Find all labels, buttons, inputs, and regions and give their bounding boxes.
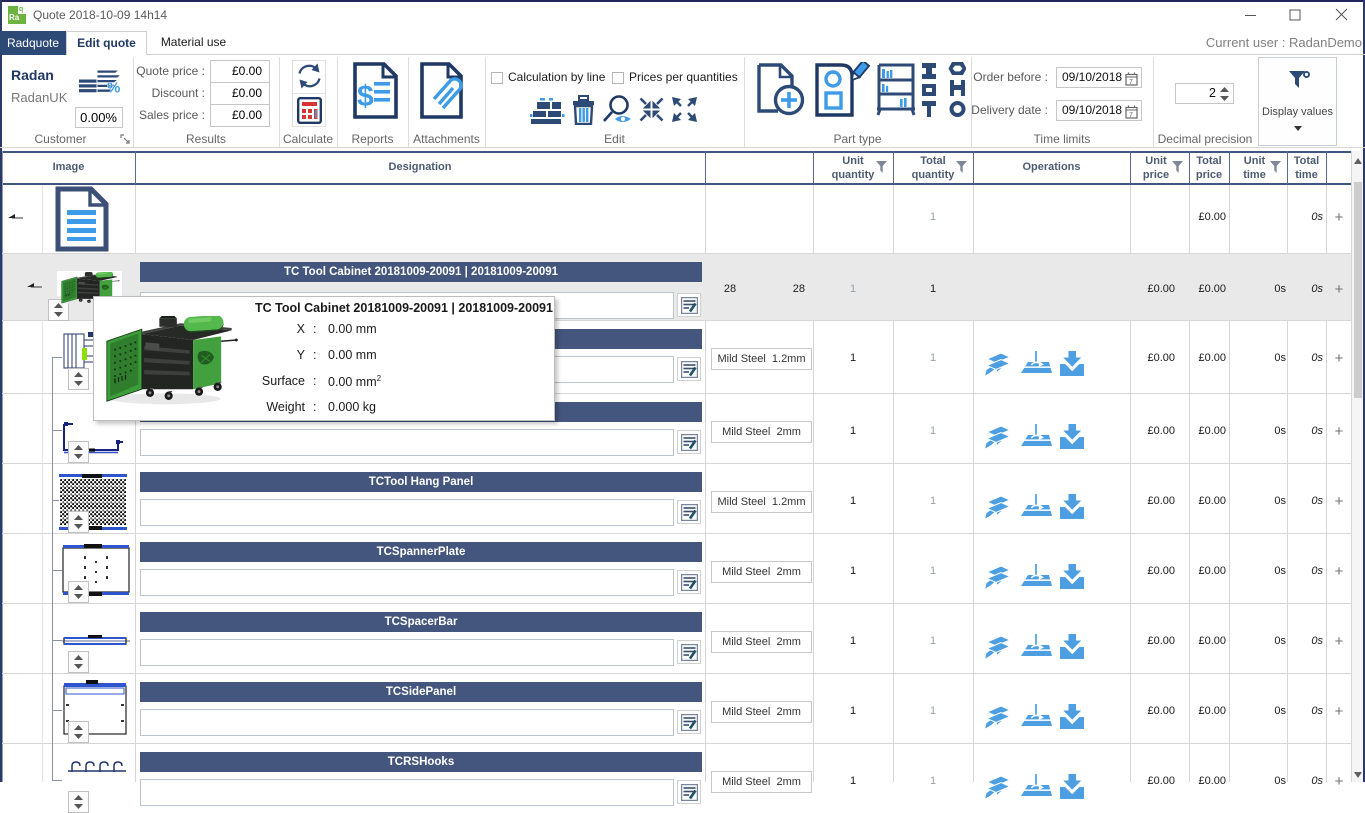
svg-text:$: $ — [357, 80, 374, 113]
svg-text:7: 7 — [1129, 79, 1133, 86]
svg-text:7: 7 — [1129, 112, 1133, 119]
svg-text:%: % — [107, 80, 120, 94]
